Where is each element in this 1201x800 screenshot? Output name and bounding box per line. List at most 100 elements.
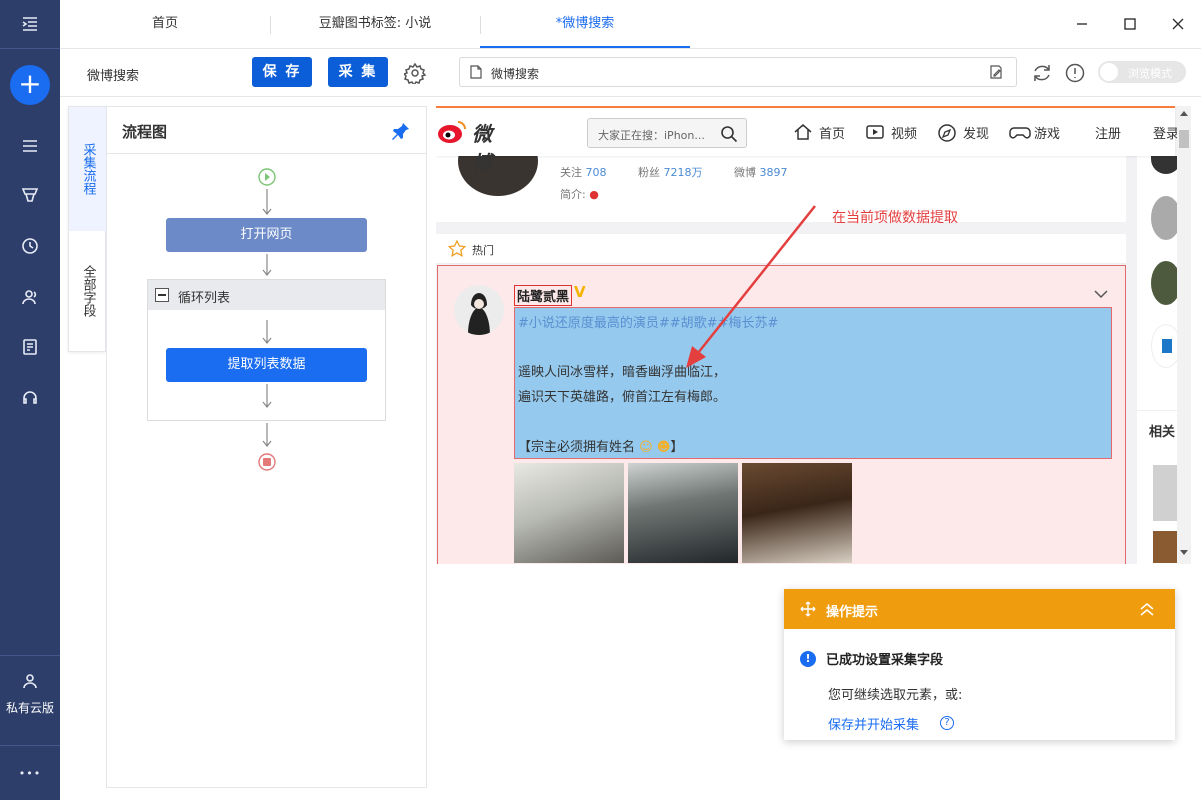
post-line-3: 【宗主必须拥有姓名 ☺ ☻】: [518, 440, 684, 455]
post-image-1[interactable]: [514, 463, 624, 563]
close-icon[interactable]: [1166, 12, 1190, 36]
toggle-knob: [1100, 63, 1118, 81]
browse-mode-toggle[interactable]: 浏览模式: [1098, 61, 1186, 83]
tab-all-fields[interactable]: 全部字段: [69, 231, 106, 351]
flow-arrow: [262, 254, 272, 276]
menu-collapse-icon[interactable]: [0, 6, 60, 42]
flowchart-panel: 流程图 打开网页 循环列表 提取列表数据: [106, 106, 427, 788]
nav-divider: [0, 655, 60, 656]
node-open-page[interactable]: 打开网页: [166, 218, 367, 252]
post-author-avatar[interactable]: [454, 285, 504, 335]
profile-intro: 简介: ●: [560, 188, 599, 201]
info-circle-icon: !: [800, 651, 816, 667]
support-headset-icon[interactable]: [0, 380, 60, 416]
scroll-thumb[interactable]: [1179, 130, 1189, 148]
tab-weibo-search[interactable]: *微博搜索: [480, 0, 690, 48]
verified-badge-icon: V: [574, 283, 586, 301]
tab-douban-novel[interactable]: 豆瓣图书标签: 小说: [270, 0, 480, 48]
stat-weibo: 微博 3897: [734, 166, 788, 179]
private-cloud-user-icon[interactable]: [0, 663, 60, 699]
loop-list-label: 循环列表: [178, 291, 231, 306]
edit-url-icon[interactable]: [988, 64, 1004, 80]
tip-header[interactable]: 操作提示: [784, 589, 1175, 629]
task-name: 微博搜索: [87, 69, 140, 84]
chevron-down-icon[interactable]: [1094, 289, 1108, 299]
settings-gear-icon[interactable]: [402, 62, 427, 87]
flow-arrow: [262, 423, 272, 447]
nav-divider: [0, 745, 60, 746]
post-line-2: 遍识天下英雄路，俯首江左有梅郎。: [518, 390, 727, 405]
video-icon[interactable]: [865, 123, 885, 141]
collapse-chevron-up-icon[interactable]: [1139, 601, 1155, 617]
panel-divider: [107, 153, 426, 154]
weibo-nav-register[interactable]: 注册: [1095, 123, 1121, 142]
maximize-icon[interactable]: [1118, 12, 1142, 36]
flow-arrow: [262, 384, 272, 408]
stat-follow: 关注 708: [560, 166, 607, 179]
tab-collect-flow[interactable]: 采集流程: [69, 107, 106, 231]
tip-title: 已成功设置采集字段: [826, 653, 944, 668]
more-menu-button[interactable]: •••: [0, 755, 60, 791]
weibo-search-input[interactable]: 大家正在搜：iPhon...: [587, 118, 747, 148]
save-and-start-link[interactable]: 保存并开始采集: [828, 714, 919, 733]
search-icon[interactable]: [720, 125, 738, 143]
flow-start-icon: [258, 168, 276, 186]
list-icon[interactable]: [0, 128, 60, 164]
info-icon[interactable]: [1064, 62, 1086, 84]
annotation-text: 在当前项做数据提取: [832, 210, 958, 226]
tab-home[interactable]: 首页: [60, 0, 270, 48]
compass-icon[interactable]: [937, 123, 957, 143]
post-image-3[interactable]: [742, 463, 852, 563]
flow-end-icon: [258, 453, 276, 471]
document-icon: [470, 65, 482, 79]
home-icon[interactable]: [793, 123, 813, 141]
node-extract-list-data[interactable]: 提取列表数据: [166, 348, 367, 382]
flow-arrow: [262, 320, 272, 344]
hot-label: 热门: [472, 244, 494, 257]
url-text: 微博搜索: [491, 67, 540, 81]
task-toolbar: 微博搜索 保 存 采 集 微博搜索 浏览模式: [60, 49, 1201, 97]
loop-list-container: 循环列表 提取列表数据: [147, 279, 386, 421]
scroll-up-arrow-icon[interactable]: [1180, 111, 1188, 116]
collapse-minus-icon[interactable]: [155, 288, 169, 302]
url-field[interactable]: 微博搜索: [459, 57, 1017, 87]
tip-header-title: 操作提示: [826, 605, 879, 620]
tab-bar: 首页 豆瓣图书标签: 小说 *微博搜索: [60, 0, 1201, 49]
weibo-nav-home[interactable]: 首页: [819, 123, 845, 142]
browse-mode-label: 浏览模式: [1128, 67, 1172, 80]
pin-icon[interactable]: [392, 122, 410, 140]
help-question-icon[interactable]: ?: [940, 716, 954, 730]
schedule-icon[interactable]: [0, 228, 60, 264]
weibo-nav-video[interactable]: 视频: [891, 123, 917, 142]
stat-fans: 粉丝 7218万: [638, 166, 703, 179]
browser-scrollbar[interactable]: [1177, 106, 1191, 564]
side-tab-strip: 采集流程 全部字段: [68, 106, 106, 352]
weibo-nav-game[interactable]: 游戏: [1034, 123, 1060, 142]
scroll-down-arrow-icon[interactable]: [1180, 550, 1188, 555]
add-task-button[interactable]: +: [10, 65, 50, 105]
flow-arrow: [262, 189, 272, 215]
data-icon[interactable]: [0, 329, 60, 365]
nav-divider: [0, 48, 60, 49]
weibo-nav-discover[interactable]: 发现: [963, 123, 989, 142]
collect-button[interactable]: 采 集: [328, 57, 388, 87]
flowchart-title: 流程图: [122, 123, 168, 141]
weibo-logo-icon: [438, 121, 466, 143]
minimize-icon[interactable]: [1070, 12, 1094, 36]
weibo-nav-login[interactable]: 登录: [1153, 123, 1179, 142]
post-image-2[interactable]: [628, 463, 738, 563]
related-label: 相关: [1149, 425, 1176, 440]
left-navigation: + 私有云版 •••: [0, 0, 60, 800]
team-icon[interactable]: [0, 279, 60, 315]
save-button[interactable]: 保 存: [252, 57, 312, 87]
tip-text: 您可继续选取元素，或:: [828, 688, 963, 703]
loop-list-header[interactable]: 循环列表: [148, 280, 385, 310]
move-icon[interactable]: [800, 601, 816, 617]
post-author-name[interactable]: 陆鹭贰黑: [514, 285, 573, 306]
refresh-icon[interactable]: [1031, 62, 1053, 84]
template-icon[interactable]: [0, 177, 60, 213]
weibo-header: 微博 大家正在搜：iPhon... 首页 视频 发现 游戏 注册 登录: [436, 106, 1179, 175]
gamepad-icon[interactable]: [1008, 123, 1032, 143]
operation-tip-panel: 操作提示 ! 已成功设置采集字段 您可继续选取元素，或: 保存并开始采集 ?: [784, 589, 1175, 740]
private-cloud-label[interactable]: 私有云版: [0, 699, 60, 716]
